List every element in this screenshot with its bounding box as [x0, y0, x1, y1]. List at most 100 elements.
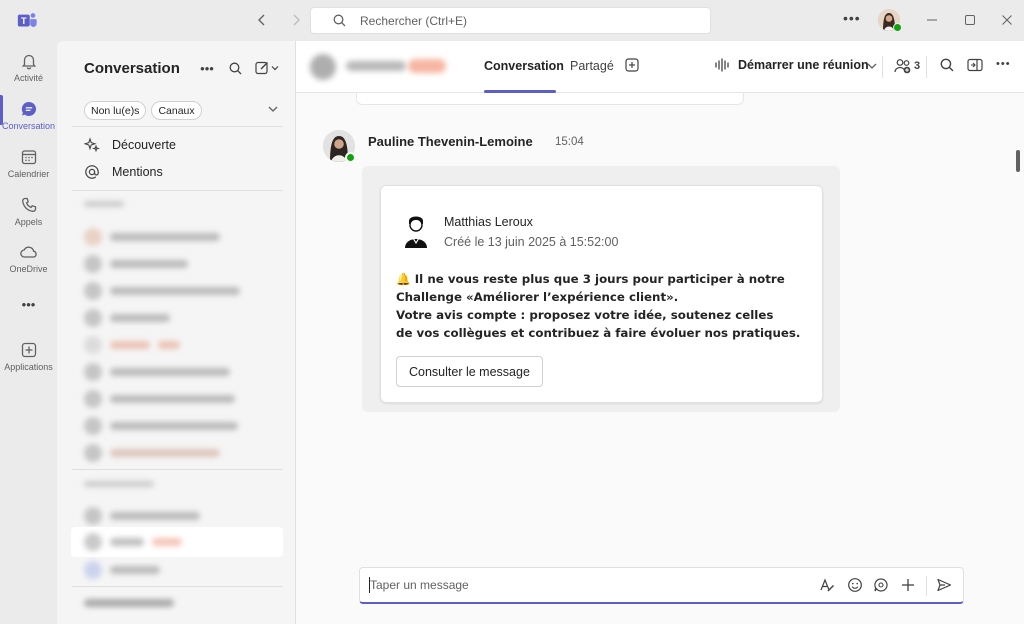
- list-item[interactable]: [84, 533, 182, 551]
- rail-item-activity[interactable]: Activité: [0, 46, 57, 90]
- list-item[interactable]: [84, 507, 200, 525]
- section-header: [84, 201, 124, 207]
- more-horizontal-icon[interactable]: •••: [996, 58, 1011, 70]
- new-chat-button[interactable]: [254, 59, 282, 77]
- divider: [72, 126, 283, 127]
- start-meeting-button[interactable]: Démarrer une réunion: [714, 58, 869, 72]
- app-rail: Activité Conversation Calendrier Appels …: [0, 41, 57, 624]
- bell-icon: [21, 54, 36, 70]
- list-item[interactable]: [84, 309, 170, 327]
- card-body-line: 🔔 Il ne vous reste plus que 3 jours pour…: [396, 272, 785, 286]
- message-timestamp: 15:04: [555, 136, 584, 148]
- chat-header: Conversation Partagé Démarrer une réunio…: [296, 41, 1024, 93]
- people-icon: [894, 59, 911, 74]
- tab-shared[interactable]: Partagé: [570, 59, 614, 73]
- rail-label: OneDrive: [9, 264, 48, 274]
- presence-available-icon: [345, 152, 356, 163]
- search-input[interactable]: [360, 13, 700, 28]
- divider: [72, 190, 283, 191]
- filter-unread[interactable]: Non lu(e)s: [84, 101, 147, 120]
- compose-box: [359, 567, 964, 604]
- list-item[interactable]: [84, 444, 220, 462]
- more-horizontal-icon[interactable]: •••: [198, 59, 216, 77]
- filter-channels[interactable]: Canaux: [151, 101, 202, 120]
- popout-icon[interactable]: [967, 58, 983, 75]
- search-icon[interactable]: [940, 58, 954, 75]
- more-horizontal-icon: •••: [21, 297, 36, 312]
- add-app-icon: [21, 342, 36, 358]
- scrollbar-thumb[interactable]: [1016, 150, 1020, 172]
- message-input[interactable]: [370, 578, 790, 592]
- rail-item-conversation[interactable]: Conversation: [0, 94, 57, 138]
- participants-button[interactable]: 3: [894, 58, 920, 74]
- list-item[interactable]: [84, 228, 220, 246]
- list-link-mentions[interactable]: Mentions: [84, 164, 163, 180]
- sparkle-icon: [84, 137, 100, 153]
- maximize-icon[interactable]: [962, 12, 978, 28]
- audio-wave-icon: [715, 58, 729, 72]
- list-link-label: Mentions: [112, 165, 163, 179]
- list-item[interactable]: [84, 561, 160, 579]
- chat-avatar[interactable]: [310, 54, 336, 80]
- compose-icon: [255, 61, 279, 75]
- minimize-icon[interactable]: [924, 12, 940, 28]
- rail-item-applications[interactable]: Applications: [0, 335, 57, 379]
- search-icon[interactable]: [226, 59, 244, 77]
- chevron-down-icon[interactable]: [866, 60, 878, 75]
- close-icon[interactable]: [999, 12, 1015, 28]
- list-item[interactable]: [84, 390, 235, 408]
- filter-chips: Non lu(e)s Canaux: [84, 101, 202, 120]
- divider: [72, 586, 283, 587]
- search-icon: [333, 14, 346, 27]
- emoji-icon[interactable]: [847, 577, 863, 596]
- rail-item-onedrive[interactable]: OneDrive: [0, 237, 57, 281]
- participants-count: 3: [914, 60, 921, 72]
- chat-icon: [21, 101, 36, 116]
- card-author-avatar: [405, 216, 427, 248]
- send-icon[interactable]: [936, 577, 952, 596]
- chevron-down-icon[interactable]: [267, 103, 279, 118]
- back-arrow-icon[interactable]: [252, 10, 272, 30]
- more-horizontal-icon[interactable]: •••: [843, 10, 861, 26]
- start-meeting-label: Démarrer une réunion: [738, 58, 869, 72]
- tab-conversation[interactable]: Conversation: [484, 59, 564, 73]
- card-body-line: Challenge «Améliorer l’expérience client…: [396, 290, 679, 304]
- card-created-date: Créé le 13 juin 2025 à 15:52:00: [444, 235, 619, 249]
- divider: [926, 576, 927, 596]
- card-body: 🔔 Il ne vous reste plus que 3 jours pour…: [396, 270, 811, 342]
- previous-message-card: [356, 93, 744, 105]
- divider: [72, 469, 283, 470]
- section-header: [84, 481, 154, 487]
- rail-item-calendar[interactable]: Calendrier: [0, 142, 57, 186]
- at-icon: [85, 165, 99, 179]
- rail-more-apps[interactable]: •••: [0, 291, 57, 335]
- loop-icon[interactable]: [873, 577, 889, 596]
- chat-pane: Conversation Partagé Démarrer une réunio…: [296, 41, 1024, 624]
- forwarded-message-card: Matthias Leroux Créé le 13 juin 2025 à 1…: [380, 185, 823, 403]
- chat-name-redacted[interactable]: [346, 61, 406, 71]
- global-search[interactable]: [310, 7, 711, 34]
- list-link-discover[interactable]: Découverte: [84, 137, 176, 153]
- list-item[interactable]: [84, 363, 230, 381]
- message-author[interactable]: Pauline Thevenin-Lemoine: [368, 134, 533, 149]
- rail-item-calls[interactable]: Appels: [0, 190, 57, 234]
- presence-available-icon: [893, 23, 902, 32]
- rail-label: Applications: [4, 362, 53, 372]
- rail-label: Conversation: [1, 121, 56, 131]
- add-icon[interactable]: [900, 577, 916, 596]
- section-header: [84, 599, 174, 607]
- card-author: Matthias Leroux: [444, 215, 533, 229]
- divider: [926, 56, 927, 78]
- list-item[interactable]: [84, 336, 180, 354]
- list-item[interactable]: [84, 282, 240, 300]
- cloud-icon: [19, 246, 37, 258]
- view-message-button[interactable]: Consulter le message: [396, 356, 543, 387]
- add-tab-icon[interactable]: [625, 58, 639, 75]
- format-icon[interactable]: [819, 577, 835, 596]
- list-item[interactable]: [84, 255, 188, 273]
- list-title: Conversation: [84, 60, 180, 77]
- teams-logo-icon[interactable]: T: [16, 10, 38, 32]
- list-item[interactable]: [84, 417, 238, 435]
- calendar-icon: [21, 150, 36, 165]
- forward-arrow-icon[interactable]: [286, 10, 306, 30]
